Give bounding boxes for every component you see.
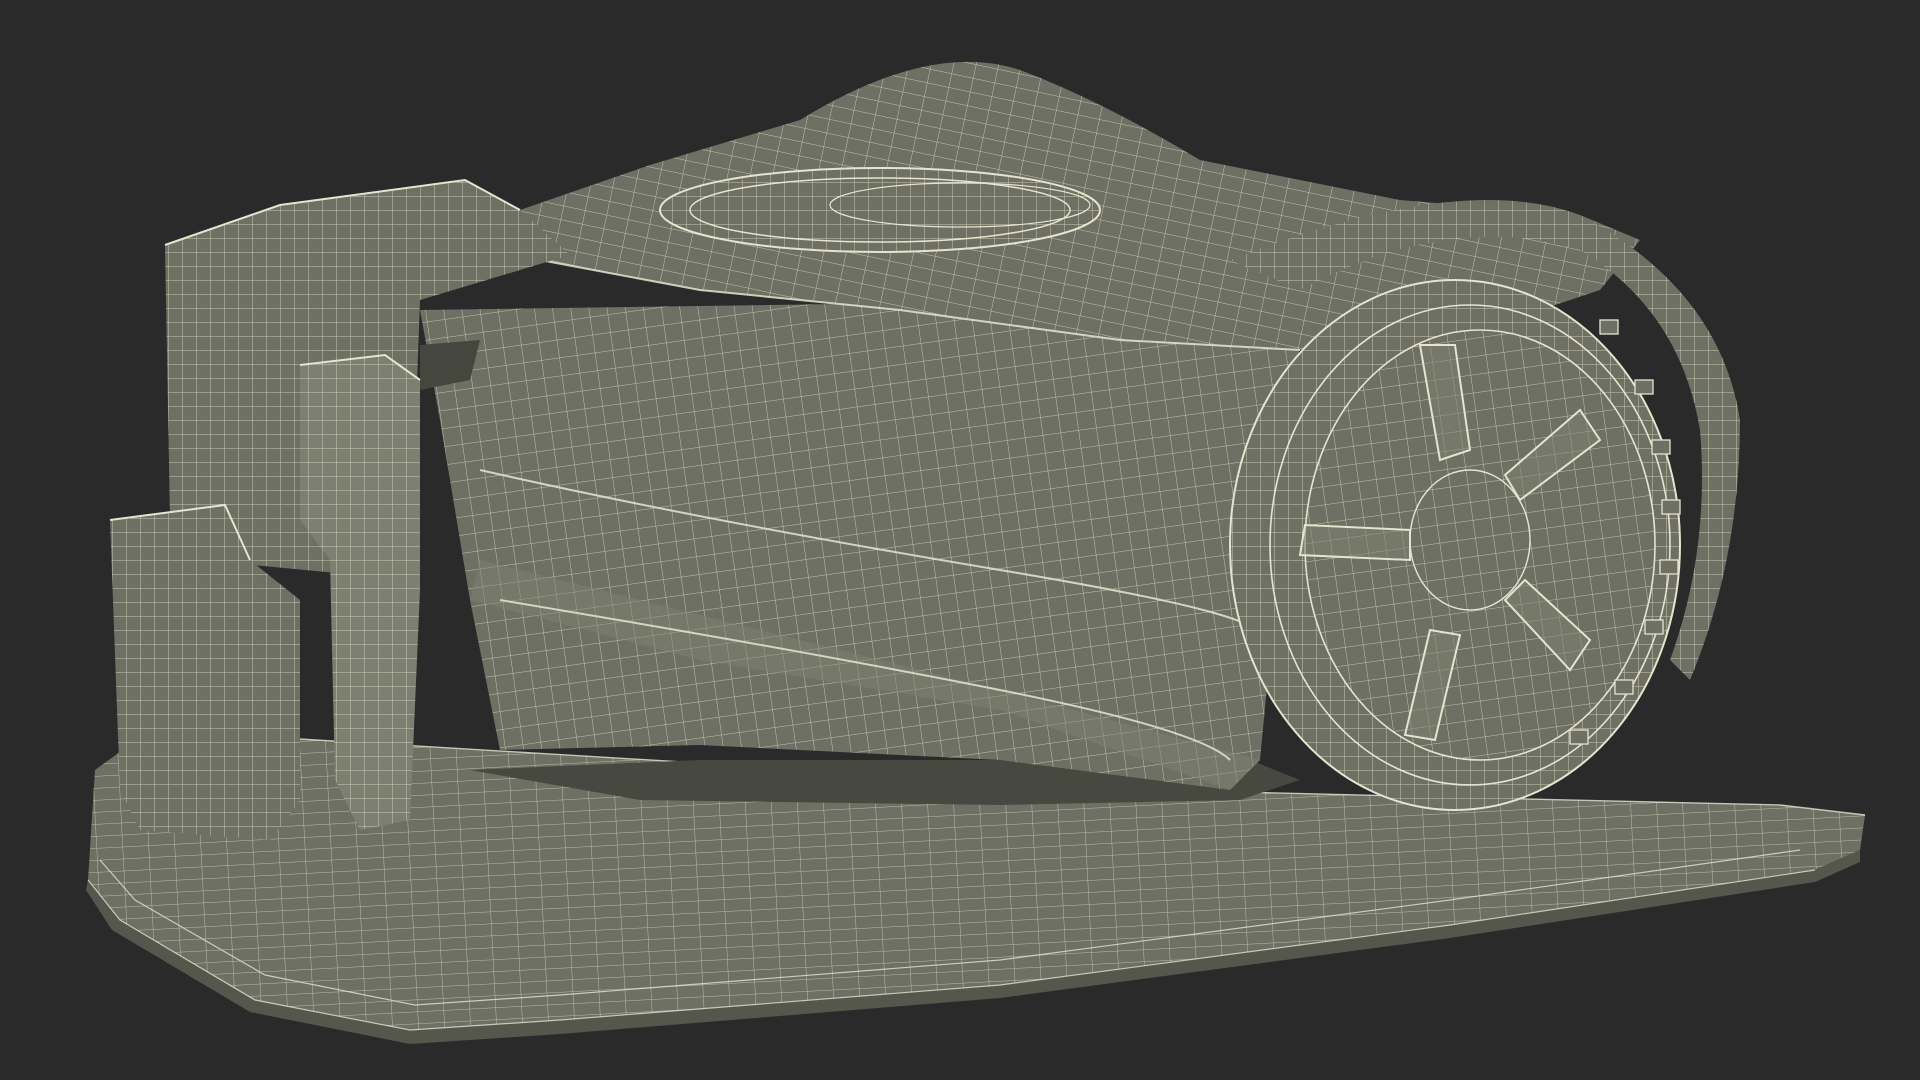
mower-wireframe-render <box>86 61 1866 1044</box>
drive-wheel <box>1229 279 1681 811</box>
render-viewport <box>0 0 1920 1080</box>
body-shell <box>420 300 1300 790</box>
